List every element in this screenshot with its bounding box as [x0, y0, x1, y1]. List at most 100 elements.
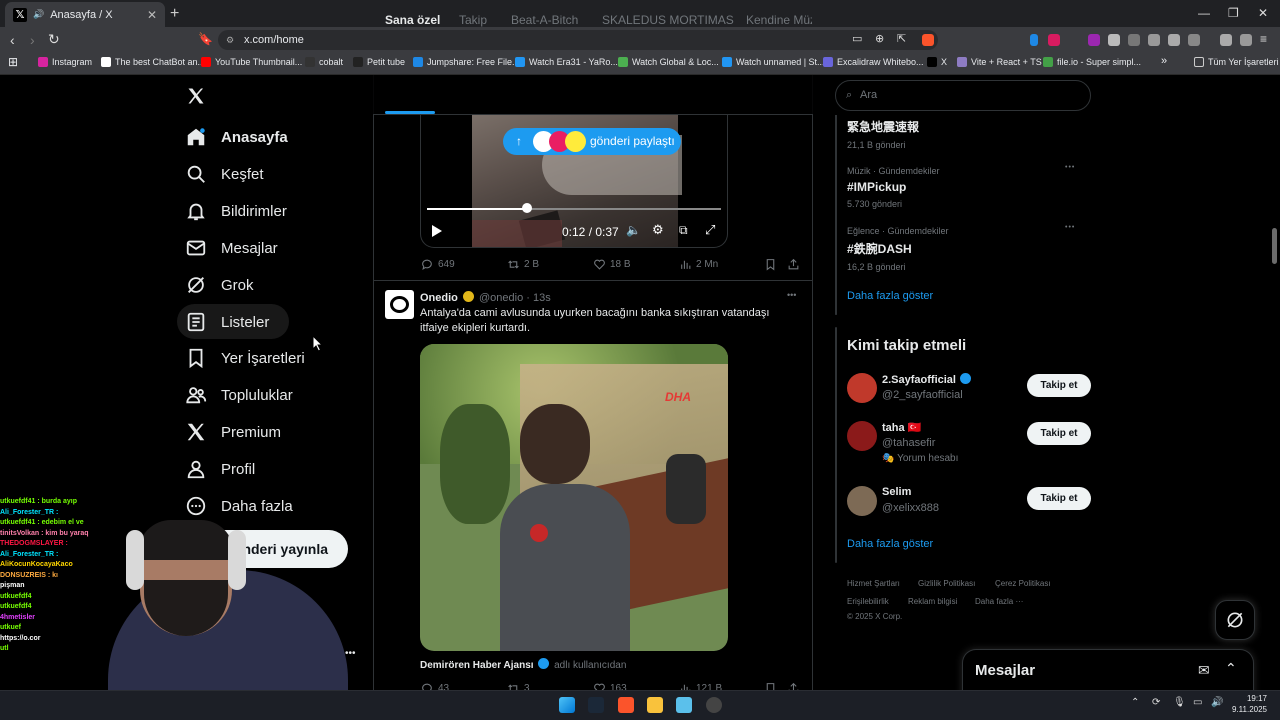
sidebar-icon[interactable]: [1188, 34, 1200, 46]
timeline-tab[interactable]: SKALEDUS MORTIMAS: [602, 13, 734, 27]
timeline-tab[interactable]: Takip: [459, 13, 487, 27]
tray-app-icon[interactable]: ⟳: [1152, 697, 1160, 708]
sidebar-item-profil[interactable]: Profil: [185, 458, 255, 480]
extension-icon[interactable]: [1148, 34, 1160, 46]
bookmarks-overflow-icon[interactable]: »: [1161, 55, 1167, 67]
follow-button[interactable]: Takip et: [1027, 422, 1091, 445]
new-tab-button[interactable]: +: [170, 5, 179, 23]
brave-shield-icon[interactable]: [922, 34, 934, 46]
views-action[interactable]: 2 Mn: [679, 258, 718, 271]
brave-icon[interactable]: [618, 697, 634, 713]
window-close-icon[interactable]: ✕: [1258, 6, 1268, 20]
media-source[interactable]: Demirören Haber Ajansı adlı kullanıcıdan: [420, 658, 626, 671]
bookmark-item[interactable]: Watch unnamed | St...: [722, 57, 825, 67]
steam-icon[interactable]: [588, 697, 604, 713]
trend-item[interactable]: 緊急地震速報 21,1 B gönderi: [847, 118, 919, 150]
volume-icon[interactable]: 🔊: [1211, 697, 1223, 708]
bookmark-item[interactable]: Instagram: [38, 57, 92, 67]
bookmark-item[interactable]: Petit tube: [353, 57, 405, 67]
source-name[interactable]: Demirören Haber Ajansı: [420, 660, 534, 671]
maximize-icon[interactable]: ❐: [1228, 6, 1239, 20]
follow-suggestion[interactable]: Selim @xelixx888 Takip et: [847, 486, 1091, 522]
search-input[interactable]: ⌕ Ara: [835, 80, 1091, 111]
extension-icon[interactable]: [1108, 34, 1120, 46]
all-bookmarks-link[interactable]: Tüm Yer İşaretleri: [1194, 57, 1279, 67]
footer-link[interactable]: Erişilebilirlik: [847, 597, 889, 606]
like-action[interactable]: 18 B: [593, 258, 631, 271]
follow-show-more-link[interactable]: Daha fazla göster: [847, 538, 933, 550]
apps-grid-icon[interactable]: ⊞: [8, 55, 18, 69]
minimize-icon[interactable]: —: [1198, 6, 1210, 20]
extension-icon[interactable]: [1088, 34, 1100, 46]
trend-more-icon[interactable]: •••: [1065, 164, 1075, 171]
bookmark-action[interactable]: [764, 258, 777, 271]
footer-link[interactable]: Reklam bilgisi: [908, 597, 957, 606]
windows-start-icon[interactable]: [559, 697, 575, 713]
sidebar-item-ke-fet[interactable]: Keşfet: [185, 163, 264, 185]
site-info-icon[interactable]: ⚙: [226, 30, 234, 50]
compose-message-icon[interactable]: ✉: [1198, 662, 1210, 679]
follow-suggestion[interactable]: taha 🇹🇷 @tahasefir 🎭 Yorum hesabı Takip et: [847, 421, 1091, 464]
bookmark-page-icon[interactable]: 🔖: [198, 32, 213, 46]
speaker-icon[interactable]: 🔊: [33, 9, 44, 20]
bookmark-item[interactable]: Jumpshare: Free File...: [413, 57, 520, 67]
reply-action[interactable]: 649: [421, 258, 455, 271]
tweet-media[interactable]: DHA: [420, 344, 728, 651]
avatar[interactable]: [847, 421, 877, 451]
sidebar-item-mesajlar[interactable]: Mesajlar: [185, 237, 278, 259]
sidebar-item-anasayfa[interactable]: Anasayfa: [185, 126, 288, 148]
play-icon[interactable]: [431, 224, 443, 238]
footer-link[interactable]: Gizlilik Politikası: [918, 579, 975, 588]
follow-button[interactable]: Takip et: [1027, 374, 1091, 397]
author-name[interactable]: Onedio: [420, 292, 458, 304]
footer-link[interactable]: Daha fazla ···: [975, 597, 1023, 606]
avatar[interactable]: [847, 373, 877, 403]
cast-icon[interactable]: ▭: [852, 32, 862, 45]
timeline-tab[interactable]: Beat-A-Bitch: [511, 13, 578, 27]
file-explorer-icon[interactable]: [647, 697, 663, 713]
trends-show-more-link[interactable]: Daha fazla göster: [847, 290, 933, 302]
zoom-icon[interactable]: ⊕: [875, 32, 884, 45]
sidebar-item-listeler[interactable]: Listeler: [185, 311, 269, 333]
sidebar-item-topluluklar[interactable]: Topluluklar: [185, 384, 293, 406]
footer-link[interactable]: Hizmet Şartları: [847, 579, 900, 588]
video-progress-bar[interactable]: [427, 208, 721, 210]
network-icon[interactable]: ▭: [1193, 697, 1202, 708]
bookmark-item[interactable]: Vite + React + TS: [957, 57, 1042, 67]
suggestion-name[interactable]: 2.Sayfaofficial: [882, 373, 973, 386]
trend-more-icon[interactable]: •••: [1065, 224, 1075, 231]
tab-close-icon[interactable]: ✕: [147, 8, 157, 22]
url-bar[interactable]: ⚙ x.com/home: [218, 30, 938, 50]
sidebar-item-bildirimler[interactable]: Bildirimler: [185, 200, 287, 222]
timeline-tab[interactable]: Sana özel: [385, 13, 440, 27]
follow-suggestion[interactable]: 2.Sayfaofficial @2_sayfaofficial Takip et: [847, 373, 1091, 409]
volume-icon[interactable]: 🔈: [626, 223, 641, 237]
fullscreen-icon[interactable]: ⤢: [705, 222, 715, 238]
vpn-icon[interactable]: [1240, 34, 1252, 46]
bookmark-item[interactable]: The best ChatBot an...: [101, 57, 205, 67]
author-handle[interactable]: @onedio: [479, 292, 523, 304]
bookmark-item[interactable]: file.io - Super simpl...: [1043, 57, 1141, 67]
bookmark-item[interactable]: X: [927, 57, 947, 67]
avatar[interactable]: [385, 290, 414, 319]
bookmark-item[interactable]: Watch Era31 - YaRo...: [515, 57, 618, 67]
sidebar-item-yer-i-aretleri[interactable]: Yer İşaretleri: [185, 347, 305, 369]
repost-action[interactable]: 2 B: [507, 258, 539, 271]
puzzle-icon[interactable]: [1168, 34, 1180, 46]
trend-item[interactable]: Müzik · Gündemdekiler #IMPickup 5.730 gönd…: [847, 166, 940, 209]
grok-floating-button[interactable]: [1215, 600, 1255, 640]
footer-link[interactable]: Çerez Politikası: [995, 579, 1051, 588]
bookmark-item[interactable]: Excalidraw Whitebo...: [823, 57, 924, 67]
sidebar-item-grok[interactable]: Grok: [185, 274, 254, 296]
tweet-more-icon[interactable]: •••: [787, 290, 796, 300]
tweet-time[interactable]: · 13s: [526, 292, 550, 304]
extension-icon[interactable]: [1128, 34, 1140, 46]
suggestion-name[interactable]: Selim: [882, 486, 911, 498]
tray-chevron-icon[interactable]: ⌃: [1131, 697, 1139, 708]
trend-item[interactable]: Eğlence · Gündemdekiler #鉄腕DASH 16,2 B gön…: [847, 226, 949, 272]
x-logo-icon[interactable]: [186, 86, 206, 106]
share-icon[interactable]: ⇱: [897, 32, 906, 45]
suggestion-name[interactable]: taha 🇹🇷: [882, 421, 921, 434]
menu-icon[interactable]: ≡: [1260, 32, 1267, 46]
follow-button[interactable]: Takip et: [1027, 487, 1091, 510]
